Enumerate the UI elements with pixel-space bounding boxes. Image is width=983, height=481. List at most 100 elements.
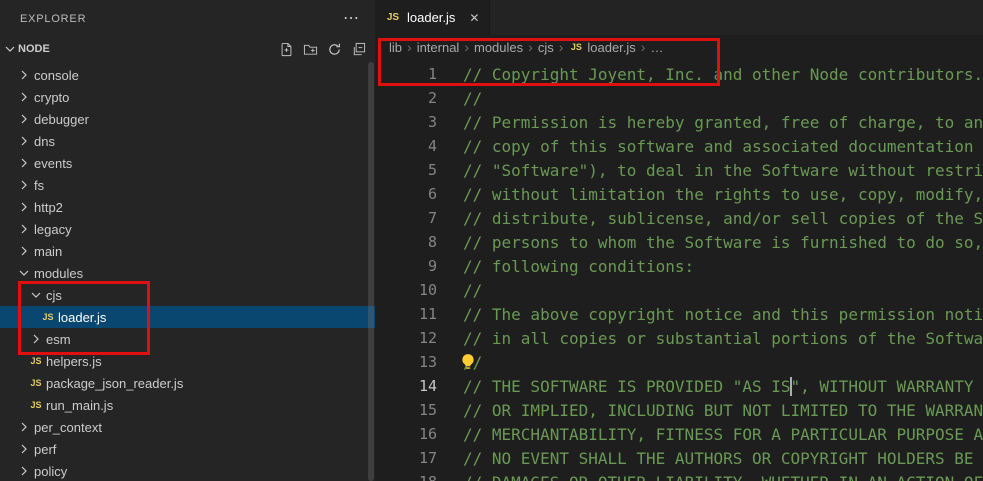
line-number: 7	[375, 209, 437, 227]
tree-item-modules[interactable]: modules	[0, 262, 375, 284]
tree-item-label: loader.js	[58, 310, 106, 325]
tree-item-label: events	[34, 156, 72, 171]
tree-item-policy[interactable]: policy	[0, 460, 375, 481]
line-number: 1	[375, 65, 437, 83]
tree-item-label: per_context	[34, 420, 102, 435]
tree-item-helpers-js[interactable]: JShelpers.js	[0, 350, 375, 372]
breadcrumb-item-loader-js[interactable]: JSloader.js	[568, 40, 635, 55]
tree-item-per-context[interactable]: per_context	[0, 416, 375, 438]
breadcrumb-item-more[interactable]: …	[650, 40, 663, 55]
tree-item-label: console	[34, 68, 79, 83]
chevron-right-icon	[16, 463, 32, 479]
new-folder-icon[interactable]	[301, 40, 319, 58]
tree-item-run-main-js[interactable]: JSrun_main.js	[0, 394, 375, 416]
tree-item-perf[interactable]: perf	[0, 438, 375, 460]
breadcrumb-separator-icon: ›	[559, 39, 564, 55]
tree-item-console[interactable]: console	[0, 64, 375, 86]
section-actions	[277, 40, 375, 58]
breadcrumb-separator-icon: ›	[641, 39, 646, 55]
code-line-14[interactable]: 14 // THE SOFTWARE IS PROVIDED "AS IS", W…	[375, 374, 983, 398]
code-text: // THE SOFTWARE IS PROVIDED "AS IS", WIT…	[463, 377, 983, 396]
file-tree: console crypto debuggerdns events fshttp2 leg…	[0, 60, 375, 481]
tree-item-label: crypto	[34, 90, 69, 105]
new-file-icon[interactable]	[277, 40, 295, 58]
section-header-node[interactable]: NODE	[0, 38, 375, 60]
tree-item-cjs[interactable]: cjs	[0, 284, 375, 306]
line-number: 13	[375, 353, 437, 371]
code-line-13[interactable]: 13//	[375, 350, 983, 374]
breadcrumb-label: internal	[417, 40, 460, 55]
chevron-right-icon	[16, 243, 32, 259]
code-editor[interactable]: 1// Copyright Joyent, Inc. and other Nod…	[375, 59, 983, 481]
line-number: 14	[375, 377, 437, 395]
tree-item-loader-js[interactable]: JSloader.js	[0, 306, 375, 328]
code-line-16[interactable]: 16// MERCHANTABILITY, FITNESS FOR A PART…	[375, 422, 983, 446]
tree-item-crypto[interactable]: crypto	[0, 86, 375, 108]
breadcrumb-item-cjs[interactable]: cjs	[538, 40, 554, 55]
tree-item-events[interactable]: events	[0, 152, 375, 174]
code-line-9[interactable]: 9// following conditions:	[375, 254, 983, 278]
chevron-right-icon	[16, 111, 32, 127]
code-line-10[interactable]: 10//	[375, 278, 983, 302]
breadcrumb-separator-icon: ›	[407, 39, 412, 55]
breadcrumb-label: cjs	[538, 40, 554, 55]
tree-item-dns[interactable]: dns	[0, 130, 375, 152]
breadcrumb-item-internal[interactable]: internal	[417, 40, 460, 55]
tree-item-http2[interactable]: http2	[0, 196, 375, 218]
code-line-15[interactable]: 15 // OR IMPLIED, INCLUDING BUT NOT LIMIT…	[375, 398, 983, 422]
tree-item-fs[interactable]: fs	[0, 174, 375, 196]
refresh-icon[interactable]	[325, 40, 343, 58]
tree-item-debugger[interactable]: debugger	[0, 108, 375, 130]
line-number: 18	[375, 473, 437, 481]
breadcrumb-item-modules[interactable]: modules	[474, 40, 523, 55]
line-number: 5	[375, 161, 437, 179]
code-line-8[interactable]: 8// persons to whom the Software is furn…	[375, 230, 983, 254]
chevron-right-icon	[16, 133, 32, 149]
chevron-right-icon	[16, 155, 32, 171]
code-line-2[interactable]: 2//	[375, 86, 983, 110]
tree-item-main[interactable]: main	[0, 240, 375, 262]
line-number: 2	[375, 89, 437, 107]
code-line-5[interactable]: 5 // "Software"), to deal in the Software…	[375, 158, 983, 182]
explorer-header: EXPLORER ⋯	[0, 0, 375, 38]
tree-item-label: package_json_reader.js	[46, 376, 183, 391]
close-icon[interactable]: ✕	[469, 11, 479, 25]
code-text: // distribute, sublicense, and/or sell c…	[463, 209, 983, 228]
tree-item-esm[interactable]: esm	[0, 328, 375, 350]
tree-item-label: cjs	[46, 288, 62, 303]
tree-item-label: main	[34, 244, 62, 259]
js-file-icon: JS	[385, 13, 401, 23]
tree-item-label: legacy	[34, 222, 72, 237]
sidebar-scrollbar[interactable]	[368, 62, 374, 481]
code-text: // "Software"), to deal in the Software …	[463, 161, 983, 180]
breadcrumb-separator-icon: ›	[464, 39, 469, 55]
line-number: 8	[375, 233, 437, 251]
code-text: // The above copyright notice and this p…	[463, 305, 983, 324]
tree-item-legacy[interactable]: legacy	[0, 218, 375, 240]
chevron-right-icon	[16, 199, 32, 215]
lightbulb-icon[interactable]	[459, 353, 477, 371]
code-line-18[interactable]: 18// DAMAGES OR OTHER LIABILITY, WHETHER…	[375, 470, 983, 481]
code-line-6[interactable]: 6// without limitation the rights to use…	[375, 182, 983, 206]
breadcrumb-item-lib[interactable]: lib	[389, 40, 402, 55]
tree-item-label: esm	[46, 332, 71, 347]
breadcrumb-separator-icon: ›	[528, 39, 533, 55]
code-line-17[interactable]: 17// NO EVENT SHALL THE AUTHORS OR COPYR…	[375, 446, 983, 470]
code-text: // OR IMPLIED, INCLUDING BUT NOT LIMITED…	[463, 401, 983, 420]
chevron-down-icon	[2, 41, 18, 57]
code-line-1[interactable]: 1// Copyright Joyent, Inc. and other Nod…	[375, 62, 983, 86]
tree-item-package-json-reader-js[interactable]: JSpackage_json_reader.js	[0, 372, 375, 394]
code-line-3[interactable]: 3// Permission is hereby granted, free o…	[375, 110, 983, 134]
code-line-11[interactable]: 11// The above copyright notice and this…	[375, 302, 983, 326]
breadcrumb-label: …	[650, 40, 663, 55]
more-actions-icon[interactable]: ⋯	[343, 11, 359, 27]
code-line-4[interactable]: 4// copy of this software and associated…	[375, 134, 983, 158]
collapse-all-icon[interactable]	[349, 40, 367, 58]
line-number: 9	[375, 257, 437, 275]
editor-area: JS loader.js ✕ lib › internal › modules › cjs ›…	[375, 0, 983, 481]
code-line-12[interactable]: 12// in all copies or substantial portio…	[375, 326, 983, 350]
line-number: 15	[375, 401, 437, 419]
tab-loader-js[interactable]: JS loader.js ✕	[375, 0, 490, 35]
code-line-7[interactable]: 7 // distribute, sublicense, and/or sell …	[375, 206, 983, 230]
code-text: // copy of this software and associated …	[463, 137, 983, 156]
